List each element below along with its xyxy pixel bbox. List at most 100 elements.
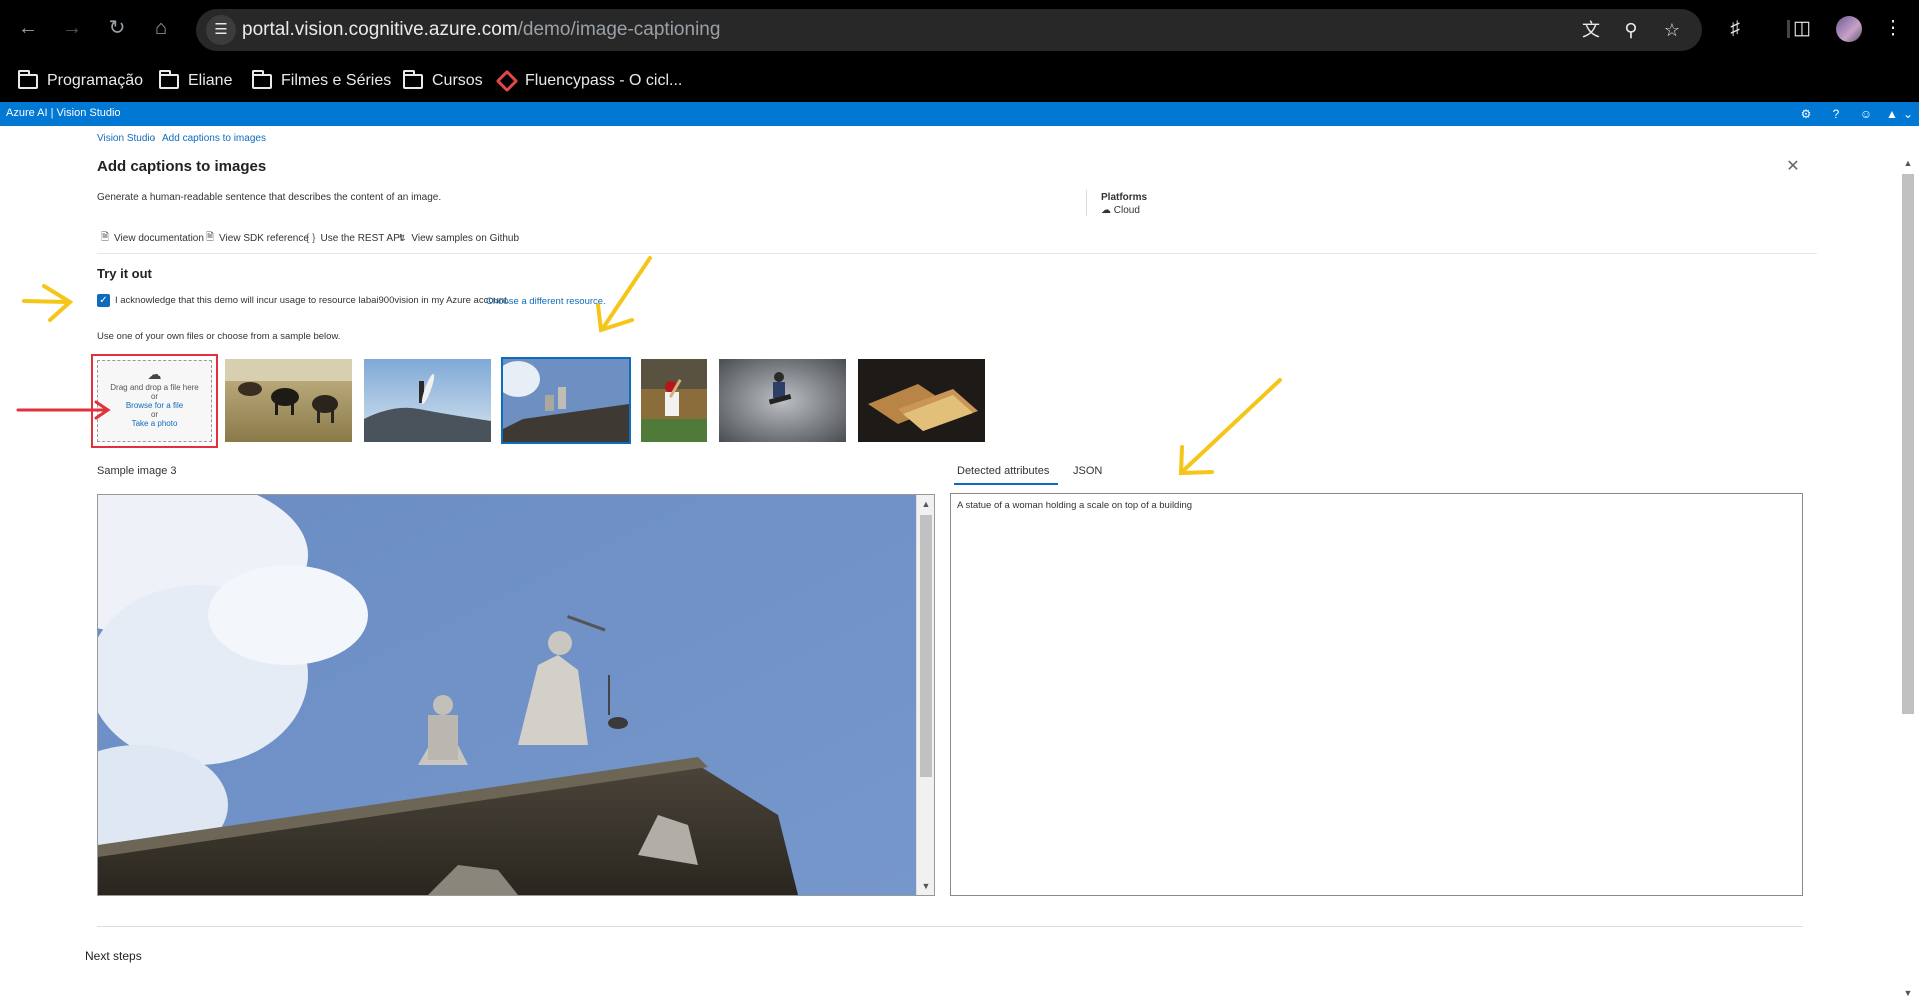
link-label: Use the REST API	[320, 232, 403, 244]
link-label: View samples on Github	[411, 232, 520, 244]
bookmark-label: Filmes e Séries	[281, 72, 392, 89]
result-panel: A statue of a woman holding a scale on t…	[950, 493, 1803, 896]
url-host: portal.vision.cognitive.azure.com	[242, 19, 518, 40]
bookmark-label: Fluencypass - O cicl...	[525, 72, 683, 89]
platforms-label: Platforms	[1101, 192, 1148, 203]
try-it-title: Try it out	[97, 266, 152, 281]
branch-icon: ↯	[398, 232, 407, 244]
page-description: Generate a human-readable sentence that …	[97, 192, 442, 203]
sample-thumbnail-sandwich[interactable]	[858, 359, 985, 442]
close-icon[interactable]: ✕	[1784, 158, 1802, 176]
more-menu-icon[interactable]: ⋮	[1879, 15, 1907, 43]
sample-thumbnail-baseball[interactable]	[641, 359, 707, 442]
page-scroll-thumb[interactable]	[1902, 174, 1914, 714]
reload-icon[interactable]: ↻	[103, 14, 131, 42]
skateboarder-image	[719, 359, 846, 442]
help-icon[interactable]: ?	[1827, 105, 1845, 123]
extensions-icon[interactable]: ♯	[1721, 15, 1749, 43]
tab-detected-attributes[interactable]: Detected attributes	[957, 465, 1049, 477]
link-view-documentation[interactable]: 🗎 View documentation	[101, 231, 204, 245]
bookmark-label: Cursos	[432, 72, 483, 89]
profile-avatar[interactable]	[1836, 16, 1862, 42]
surfer-image	[364, 359, 491, 442]
sandwich-image	[858, 359, 985, 442]
preview-label: Sample image 3	[97, 465, 177, 477]
folder-icon	[403, 69, 423, 89]
page-scrollbar[interactable]: ▲ ▼	[1899, 156, 1915, 998]
preview-scroll-thumb[interactable]	[920, 515, 932, 777]
bookmark-cursos[interactable]: Cursos	[403, 68, 483, 94]
scroll-up-icon[interactable]: ▲	[1903, 158, 1913, 168]
choose-resource-link[interactable]: Choose a different resource.	[486, 296, 606, 307]
preview-scroll-down-icon[interactable]: ▼	[921, 881, 931, 891]
bookmark-filmes[interactable]: Filmes e Séries	[252, 68, 391, 94]
breadcrumb-separator: ›	[152, 132, 156, 143]
acknowledge-text: I acknowledge that this demo will incur …	[115, 295, 510, 306]
main-content: ▲ ▼ Vision Studio › Add captions to imag…	[0, 126, 1919, 998]
platforms-value: ☁ Cloud	[1101, 205, 1140, 216]
zoom-icon[interactable]: ⚲	[1618, 17, 1644, 43]
statue-image	[503, 359, 629, 442]
use-files-text: Use one of your own files or choose from…	[97, 331, 341, 342]
side-panel-icon[interactable]: ◫	[1788, 15, 1816, 43]
feedback-icon[interactable]: ☺	[1857, 105, 1875, 123]
chevron-down-icon[interactable]: ⌄	[1899, 105, 1917, 123]
address-bar[interactable]: ☰ portal.vision.cognitive.azure.com/demo…	[196, 9, 1702, 51]
url-path: /demo/image-captioning	[517, 19, 721, 40]
settings-icon[interactable]: ⚙	[1797, 105, 1815, 123]
folder-icon	[159, 69, 179, 89]
home-icon[interactable]: ⌂	[147, 14, 175, 42]
link-github-samples[interactable]: ↯ View samples on Github	[398, 231, 519, 245]
image-preview: ▲ ▼	[97, 494, 935, 896]
sample-thumbnail-cows[interactable]	[225, 359, 352, 442]
bookmarks-bar: Programação Eliane Filmes e Séries Curso…	[0, 60, 1919, 102]
preview-scrollbar[interactable]: ▲ ▼	[916, 495, 934, 895]
acknowledge-checkbox[interactable]: ✓	[97, 294, 110, 307]
link-rest-api[interactable]: { } Use the REST API	[306, 231, 403, 245]
bookmark-programacao[interactable]: Programação	[18, 68, 143, 94]
upload-dropzone[interactable]: ☁ Drag and drop a file here or Browse fo…	[97, 360, 212, 442]
translate-icon[interactable]: 文	[1578, 17, 1604, 43]
scroll-down-icon[interactable]: ▼	[1903, 988, 1913, 998]
take-photo-link[interactable]: Take a photo	[98, 419, 211, 428]
active-tab-indicator	[954, 483, 1058, 485]
forward-icon[interactable]: →	[58, 14, 86, 42]
bookmark-star-icon[interactable]: ☆	[1659, 17, 1685, 43]
link-view-sdk-reference[interactable]: 🗎 View SDK reference	[206, 231, 309, 245]
document-icon: 🗎	[101, 231, 110, 243]
document-icon: 🗎	[206, 231, 215, 243]
bookmark-fluencypass[interactable]: Fluencypass - O cicl...	[495, 68, 683, 94]
bookmark-label: Eliane	[188, 72, 233, 89]
fluencypass-icon	[495, 69, 519, 93]
azure-header: Azure AI | Vision Studio ⚙ ? ☺ ▲ ⌄	[0, 102, 1919, 126]
bookmark-eliane[interactable]: Eliane	[159, 68, 232, 94]
baseball-image	[641, 359, 707, 442]
sample-thumbnail-statue[interactable]	[501, 357, 631, 444]
tab-json[interactable]: JSON	[1073, 465, 1102, 477]
sample-thumbnail-surfer[interactable]	[364, 359, 491, 442]
back-icon[interactable]: ←	[14, 14, 42, 42]
sample-thumbnail-skateboarder[interactable]	[719, 359, 846, 442]
or-text: or	[150, 410, 159, 419]
drag-drop-text: Drag and drop a file here	[110, 383, 199, 392]
browser-toolbar: ← → ↻ ⌂ ☰ portal.vision.cognitive.azure.…	[0, 0, 1919, 60]
folder-icon	[252, 69, 272, 89]
footer-divider	[97, 926, 1803, 927]
bookmark-label: Programação	[47, 72, 144, 89]
link-label: View SDK reference	[219, 232, 309, 244]
upload-highlight: ☁ Drag and drop a file here or Browse fo…	[91, 354, 218, 448]
site-settings-icon[interactable]: ☰	[206, 15, 236, 45]
breadcrumb-current[interactable]: Add captions to images	[162, 133, 266, 144]
code-braces-icon: { }	[306, 232, 316, 244]
link-label: View documentation	[114, 232, 204, 244]
breadcrumb-root[interactable]: Vision Studio	[97, 133, 155, 144]
next-steps-heading: Next steps	[85, 949, 142, 963]
cows-image	[225, 359, 352, 442]
url-text[interactable]: portal.vision.cognitive.azure.com/demo/i…	[242, 19, 720, 41]
cloud-upload-icon: ☁	[147, 366, 162, 382]
cloud-icon: ☁	[1101, 205, 1114, 216]
browse-file-link[interactable]: Browse for a file	[98, 401, 211, 410]
folder-icon	[18, 69, 38, 89]
caption-text: A statue of a woman holding a scale on t…	[957, 500, 1193, 511]
preview-scroll-up-icon[interactable]: ▲	[921, 499, 931, 509]
